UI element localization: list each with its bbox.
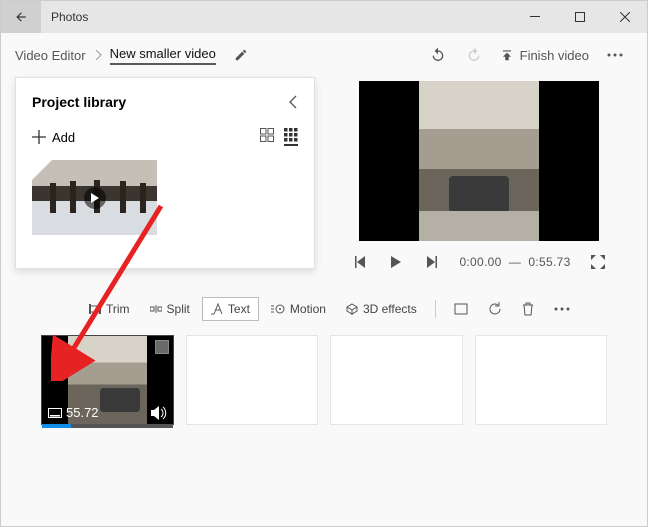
redo-button xyxy=(456,37,492,73)
grid-small-icon xyxy=(284,128,298,142)
chevron-right-icon xyxy=(94,50,102,60)
volume-icon xyxy=(151,406,167,420)
breadcrumb-current[interactable]: New smaller video xyxy=(110,46,216,65)
next-frame-button[interactable] xyxy=(423,256,441,268)
close-button[interactable] xyxy=(602,1,647,33)
app-title: Photos xyxy=(51,10,512,24)
expand-icon xyxy=(591,255,605,269)
export-icon xyxy=(500,48,514,62)
delete-button[interactable] xyxy=(514,298,542,320)
playback-controls: 0:00.00 — 0:55.73 xyxy=(351,255,606,269)
library-media-thumbnail[interactable] xyxy=(32,160,157,235)
crop-icon xyxy=(454,303,468,315)
window-controls xyxy=(512,1,647,33)
motion-icon xyxy=(271,303,285,315)
fullscreen-button[interactable] xyxy=(589,255,607,269)
grid-view-small-button[interactable] xyxy=(284,128,298,146)
maximize-button[interactable] xyxy=(557,1,602,33)
redo-icon xyxy=(466,47,482,63)
current-time: 0:00.00 xyxy=(459,255,501,269)
clip-checkbox[interactable] xyxy=(155,340,169,354)
text-icon xyxy=(211,303,223,315)
clip-toolbar: Trim Split Text Motion 3D effects xyxy=(1,287,647,329)
play-icon xyxy=(391,256,401,268)
finish-video-button[interactable]: Finish video xyxy=(492,48,597,63)
minimize-button[interactable] xyxy=(512,1,557,33)
finish-video-label: Finish video xyxy=(520,48,589,63)
plus-icon xyxy=(32,130,46,144)
step-back-icon xyxy=(355,256,365,268)
chevron-left-icon xyxy=(288,95,298,109)
breadcrumb-parent[interactable]: Video Editor xyxy=(15,48,86,63)
back-button[interactable] xyxy=(1,1,41,33)
undo-button[interactable] xyxy=(420,37,456,73)
clip-more-button[interactable] xyxy=(546,303,578,315)
storyboard-clip[interactable]: 55.72 xyxy=(41,335,174,425)
storyboard-placeholder[interactable] xyxy=(186,335,319,425)
total-time: 0:55.73 xyxy=(528,255,570,269)
title-bar: Photos xyxy=(1,1,647,33)
used-media-indicator xyxy=(32,160,52,180)
rotate-button[interactable] xyxy=(480,298,510,320)
storyboard-placeholder[interactable] xyxy=(475,335,608,425)
collapse-library-button[interactable] xyxy=(288,95,298,109)
rotate-icon xyxy=(488,302,502,316)
storyboard: 55.72 xyxy=(1,329,647,425)
play-button[interactable] xyxy=(387,256,405,268)
3d-effects-button[interactable]: 3D effects xyxy=(338,298,425,320)
step-forward-icon xyxy=(427,256,437,268)
prev-frame-button[interactable] xyxy=(351,256,369,268)
text-button[interactable]: Text xyxy=(202,297,259,321)
playback-time: 0:00.00 — 0:55.73 xyxy=(459,255,570,269)
ellipsis-icon xyxy=(607,53,623,57)
resize-button[interactable] xyxy=(446,299,476,319)
clip-volume-button[interactable] xyxy=(151,406,167,420)
video-preview[interactable] xyxy=(359,81,599,241)
toolbar-divider xyxy=(435,300,436,318)
play-icon xyxy=(84,187,106,209)
ellipsis-icon xyxy=(554,307,570,311)
clip-duration[interactable]: 55.72 xyxy=(48,405,99,420)
storyboard-placeholder[interactable] xyxy=(330,335,463,425)
trim-icon xyxy=(89,303,101,315)
trash-icon xyxy=(522,302,534,316)
split-icon xyxy=(150,303,162,315)
effects-icon xyxy=(346,303,358,315)
library-title: Project library xyxy=(32,94,126,110)
preview-panel: 0:00.00 — 0:55.73 xyxy=(325,77,633,269)
edit-name-button[interactable] xyxy=(234,48,248,62)
pencil-icon xyxy=(234,48,248,62)
project-library-panel: Project library Add xyxy=(15,77,315,269)
more-button[interactable] xyxy=(597,37,633,73)
breadcrumb: Video Editor New smaller video xyxy=(15,46,248,65)
trim-button[interactable]: Trim xyxy=(81,298,138,320)
top-bar: Video Editor New smaller video Finish vi… xyxy=(1,33,647,77)
arrow-left-icon xyxy=(14,10,28,24)
add-label: Add xyxy=(52,130,75,145)
split-button[interactable]: Split xyxy=(142,298,198,320)
motion-button[interactable]: Motion xyxy=(263,298,334,320)
grid-view-large-button[interactable] xyxy=(260,128,274,146)
duration-icon xyxy=(48,408,62,418)
undo-icon xyxy=(430,47,446,63)
add-media-button[interactable]: Add xyxy=(32,130,75,145)
grid-large-icon xyxy=(260,128,274,142)
clip-progress xyxy=(42,424,173,428)
